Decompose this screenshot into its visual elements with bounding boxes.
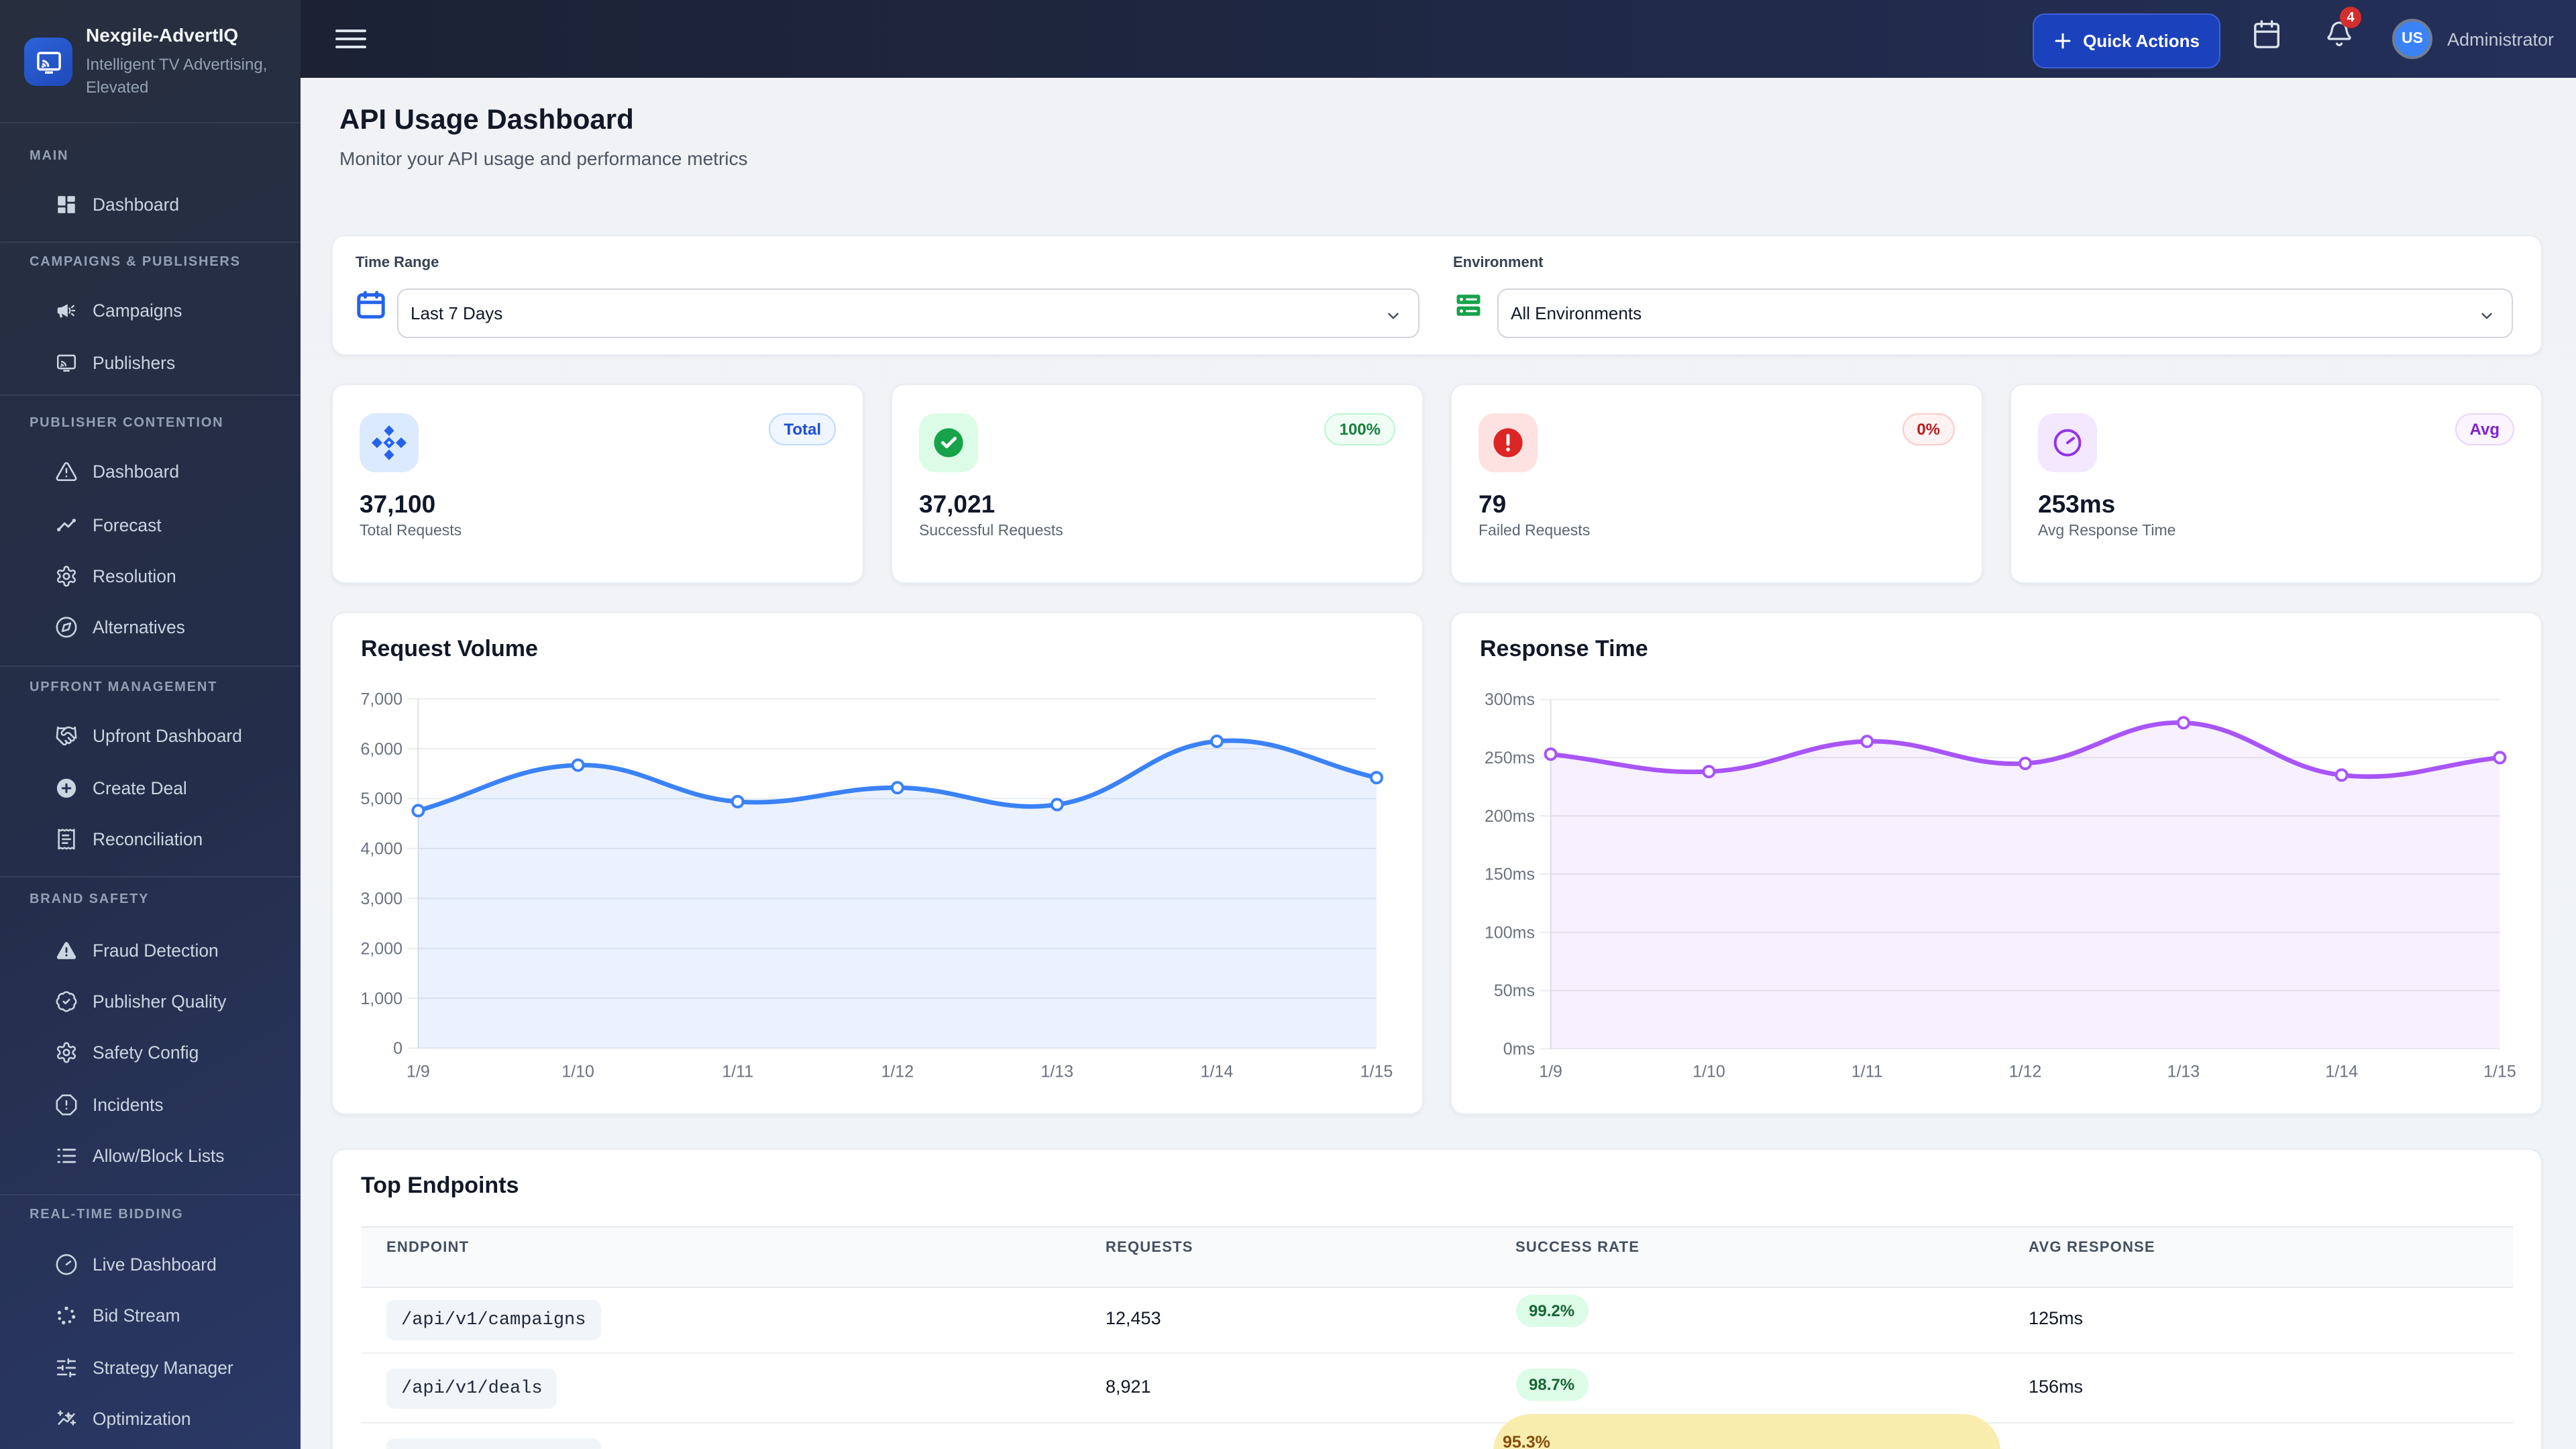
svg-text:2,000: 2,000 [360, 939, 402, 958]
svg-text:100ms: 100ms [1485, 923, 1535, 942]
svg-text:1/12: 1/12 [2009, 1063, 2042, 1081]
svg-text:3,000: 3,000 [360, 890, 402, 908]
svg-text:1/15: 1/15 [1360, 1063, 1393, 1081]
svg-text:7,000: 7,000 [360, 690, 402, 708]
svg-text:150ms: 150ms [1485, 865, 1535, 884]
svg-text:1/14: 1/14 [1201, 1063, 1234, 1081]
svg-text:0: 0 [393, 1039, 402, 1058]
svg-text:1/14: 1/14 [2325, 1063, 2358, 1081]
svg-text:4,000: 4,000 [360, 840, 402, 859]
svg-text:1/9: 1/9 [1539, 1063, 1562, 1081]
svg-text:1/13: 1/13 [2167, 1063, 2200, 1081]
svg-text:1/9: 1/9 [407, 1063, 430, 1081]
svg-text:1/11: 1/11 [1851, 1063, 1883, 1081]
svg-text:1/11: 1/11 [722, 1063, 753, 1081]
svg-text:1/13: 1/13 [1040, 1063, 1073, 1081]
svg-text:0ms: 0ms [1503, 1040, 1535, 1059]
svg-text:250ms: 250ms [1485, 749, 1535, 767]
svg-text:300ms: 300ms [1485, 690, 1535, 709]
svg-text:1,000: 1,000 [360, 989, 402, 1008]
svg-text:1/15: 1/15 [2483, 1063, 2516, 1081]
svg-text:50ms: 50ms [1494, 981, 1535, 1000]
svg-text:6,000: 6,000 [360, 740, 402, 759]
svg-text:1/10: 1/10 [561, 1063, 594, 1081]
svg-text:1/12: 1/12 [881, 1063, 914, 1081]
svg-text:200ms: 200ms [1485, 807, 1535, 826]
svg-text:1/10: 1/10 [1693, 1063, 1725, 1081]
svg-text:5,000: 5,000 [360, 790, 402, 808]
